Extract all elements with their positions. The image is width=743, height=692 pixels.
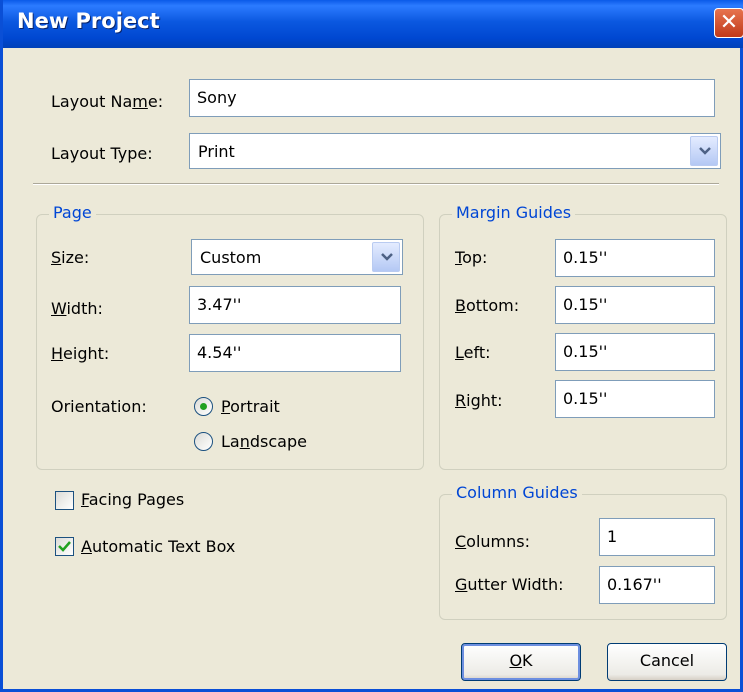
chevron-down-icon [381, 253, 393, 261]
portrait-radio[interactable] [194, 397, 213, 416]
close-icon: ✕ [719, 10, 739, 35]
dialog-title: New Project [17, 9, 160, 33]
height-input[interactable]: 4.54'' [189, 334, 401, 372]
layout-type-dropdown-button[interactable] [690, 136, 718, 166]
top-margin-input[interactable]: 0.15'' [555, 239, 715, 277]
automatic-text-box-checkbox[interactable] [55, 537, 74, 556]
facing-pages-checkbox[interactable] [55, 491, 74, 510]
size-dropdown-button[interactable] [372, 242, 400, 272]
bottom-label: Bottom: [455, 296, 520, 315]
width-input[interactable]: 3.47'' [189, 286, 401, 324]
columns-input[interactable]: 1 [599, 518, 715, 556]
page-group-title: Page [49, 203, 96, 222]
chevron-down-icon [699, 147, 711, 155]
columns-label: Columns: [455, 532, 530, 551]
new-project-dialog: New Project ✕ Layout Name: Sony Layout T… [0, 0, 743, 692]
checkmark-icon [58, 541, 71, 552]
title-bar[interactable]: New Project ✕ [3, 0, 743, 48]
layout-name-label: Layout Name: [51, 92, 164, 111]
orientation-label: Orientation: [51, 397, 147, 416]
margin-guides-title: Margin Guides [452, 203, 576, 222]
left-label: Left: [455, 343, 491, 362]
layout-type-select[interactable]: Print [189, 133, 721, 169]
gutter-width-label: Gutter Width: [455, 575, 564, 594]
layout-type-value: Print [198, 142, 235, 161]
layout-name-input[interactable]: Sony [189, 79, 715, 117]
landscape-radio[interactable] [194, 432, 213, 451]
right-label: Right: [455, 391, 503, 410]
close-button[interactable]: ✕ [714, 8, 743, 38]
size-value: Custom [200, 248, 262, 267]
gutter-width-input[interactable]: 0.167'' [599, 566, 715, 604]
top-label: Top: [455, 248, 488, 267]
ok-button[interactable]: OK [461, 643, 581, 681]
layout-type-label: Layout Type: [51, 144, 153, 163]
width-label: Width: [51, 299, 103, 318]
bottom-margin-input[interactable]: 0.15'' [555, 286, 715, 324]
automatic-text-box-label[interactable]: Automatic Text Box [81, 537, 235, 556]
column-guides-title: Column Guides [452, 483, 582, 502]
size-select[interactable]: Custom [191, 239, 403, 275]
cancel-button[interactable]: Cancel [607, 643, 727, 681]
facing-pages-label[interactable]: Facing Pages [81, 490, 184, 509]
right-margin-input[interactable]: 0.15'' [555, 380, 715, 418]
separator [33, 183, 719, 185]
left-margin-input[interactable]: 0.15'' [555, 333, 715, 371]
landscape-label[interactable]: Landscape [221, 432, 307, 451]
size-label: Size: [51, 248, 90, 267]
radio-selected-dot [200, 403, 207, 410]
height-label: Height: [51, 344, 110, 363]
portrait-label[interactable]: Portrait [221, 397, 280, 416]
